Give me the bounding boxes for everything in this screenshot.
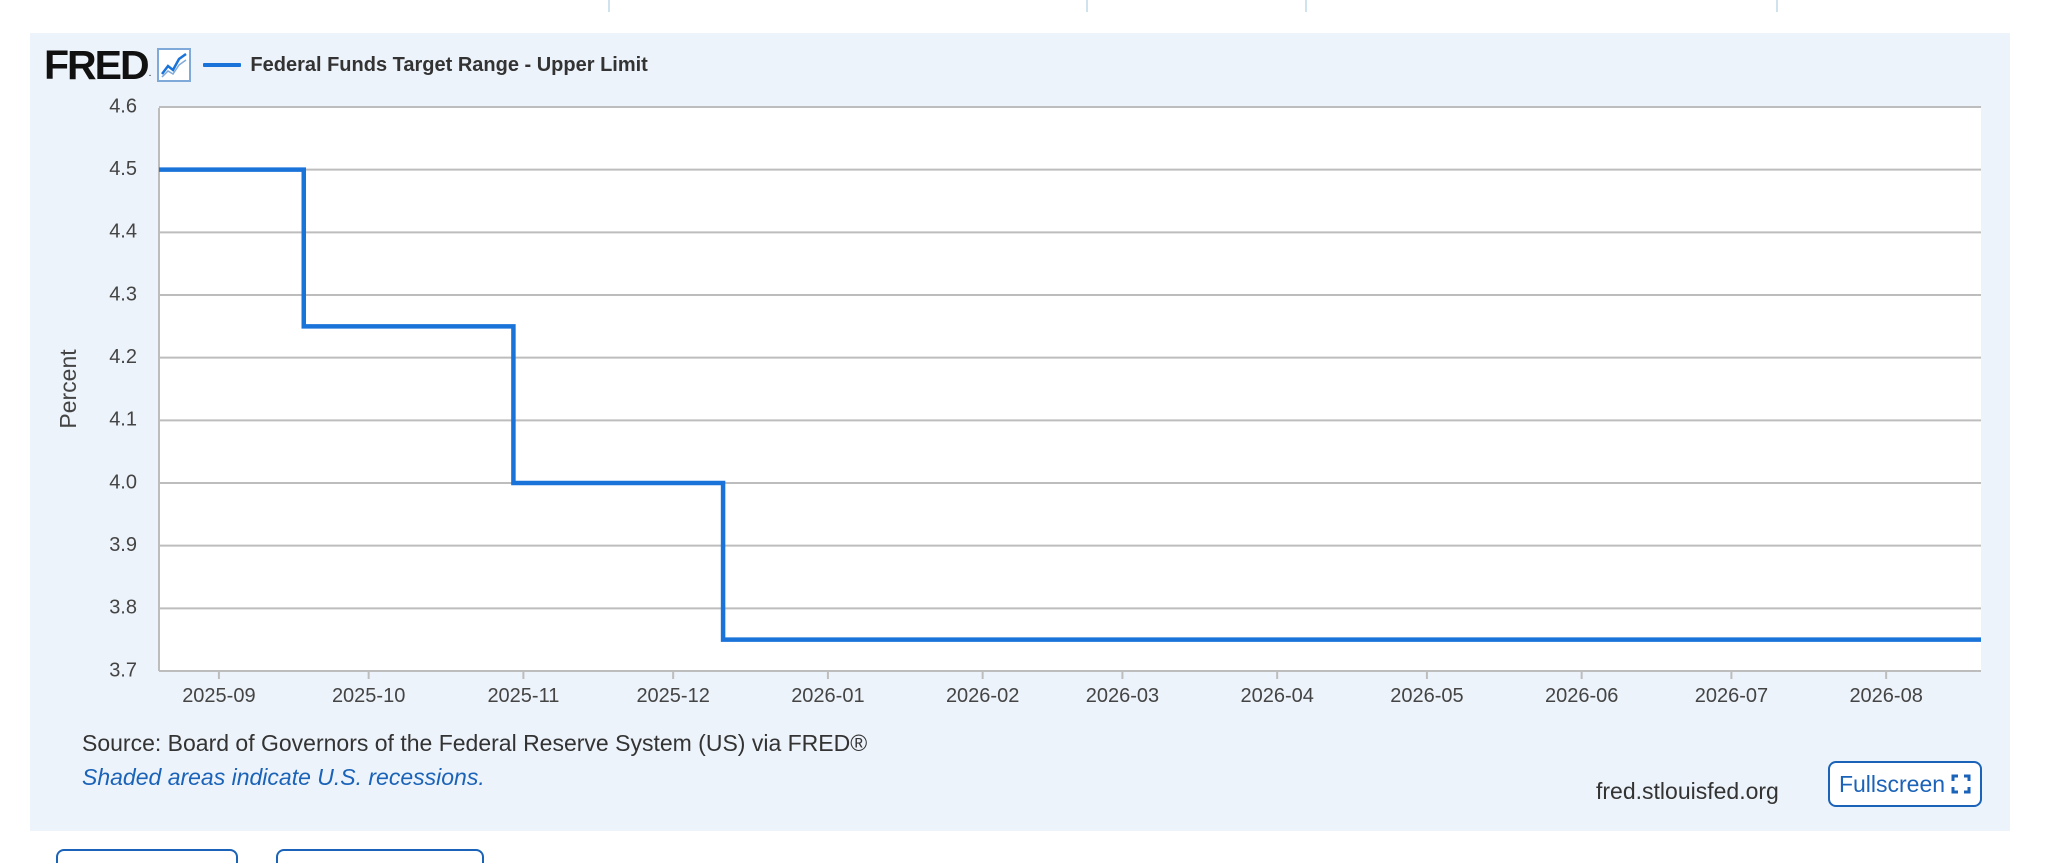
y-tick-label: 4.0 <box>109 471 137 493</box>
site-url[interactable]: fred.stlouisfed.org <box>1596 778 1779 805</box>
y-tick-label: 4.1 <box>109 409 137 431</box>
x-tick-label: 2026-06 <box>1545 685 1618 707</box>
fullscreen-label: Fullscreen <box>1838 770 1946 797</box>
y-tick-label: 4.6 <box>109 95 137 117</box>
chart-area: 3.73.83.94.04.14.24.34.44.54.6 2025-09 20… <box>55 95 1981 707</box>
x-tick-label: 2026-07 <box>1695 685 1768 707</box>
x-tick-label: 2025-11 <box>487 685 559 707</box>
top-tab-strip <box>0 0 2048 12</box>
x-axis-ticks: 2025-09 2025-10 2025-11 2025-12 2026-01 2026-… <box>182 671 1923 707</box>
y-tick-label: 3.9 <box>109 534 137 556</box>
recession-note[interactable]: Shaded areas indicate U.S. recessions. <box>82 764 485 791</box>
x-tick-label: 2026-05 <box>1390 685 1463 707</box>
x-tick-label: 2025-09 <box>182 685 255 707</box>
y-tick-label: 4.2 <box>109 346 137 368</box>
chart-panel: FRED . Federal Funds Target Range - Uppe… <box>30 33 2010 831</box>
x-tick-label: 2025-12 <box>636 685 709 707</box>
expand-icon <box>1951 774 1971 794</box>
x-tick-label: 2026-02 <box>946 685 1019 707</box>
y-tick-label: 3.7 <box>109 659 137 681</box>
y-tick-label: 4.4 <box>109 221 137 243</box>
y-axis-label: Percent <box>55 349 81 429</box>
plot-background <box>159 108 1981 671</box>
x-tick-label: 2025-10 <box>332 685 405 707</box>
x-tick-label: 2026-04 <box>1240 685 1313 707</box>
x-tick-label: 2026-08 <box>1849 685 1922 707</box>
fullscreen-button[interactable]: Fullscreen <box>1828 761 1982 807</box>
x-tick-label: 2026-03 <box>1086 685 1159 707</box>
y-tick-label: 4.5 <box>109 158 137 180</box>
bottom-button-right[interactable] <box>276 849 484 863</box>
y-axis-ticks: 3.7 3.8 3.9 4.0 4.1 4.2 4.3 4.4 4.5 4.6 <box>109 95 137 681</box>
x-tick-label: 2026-01 <box>791 685 864 707</box>
y-tick-label: 4.3 <box>109 283 137 305</box>
bottom-button-left[interactable] <box>56 849 238 863</box>
source-text: Source: Board of Governors of the Federa… <box>82 730 868 756</box>
y-tick-label: 3.8 <box>109 597 137 619</box>
